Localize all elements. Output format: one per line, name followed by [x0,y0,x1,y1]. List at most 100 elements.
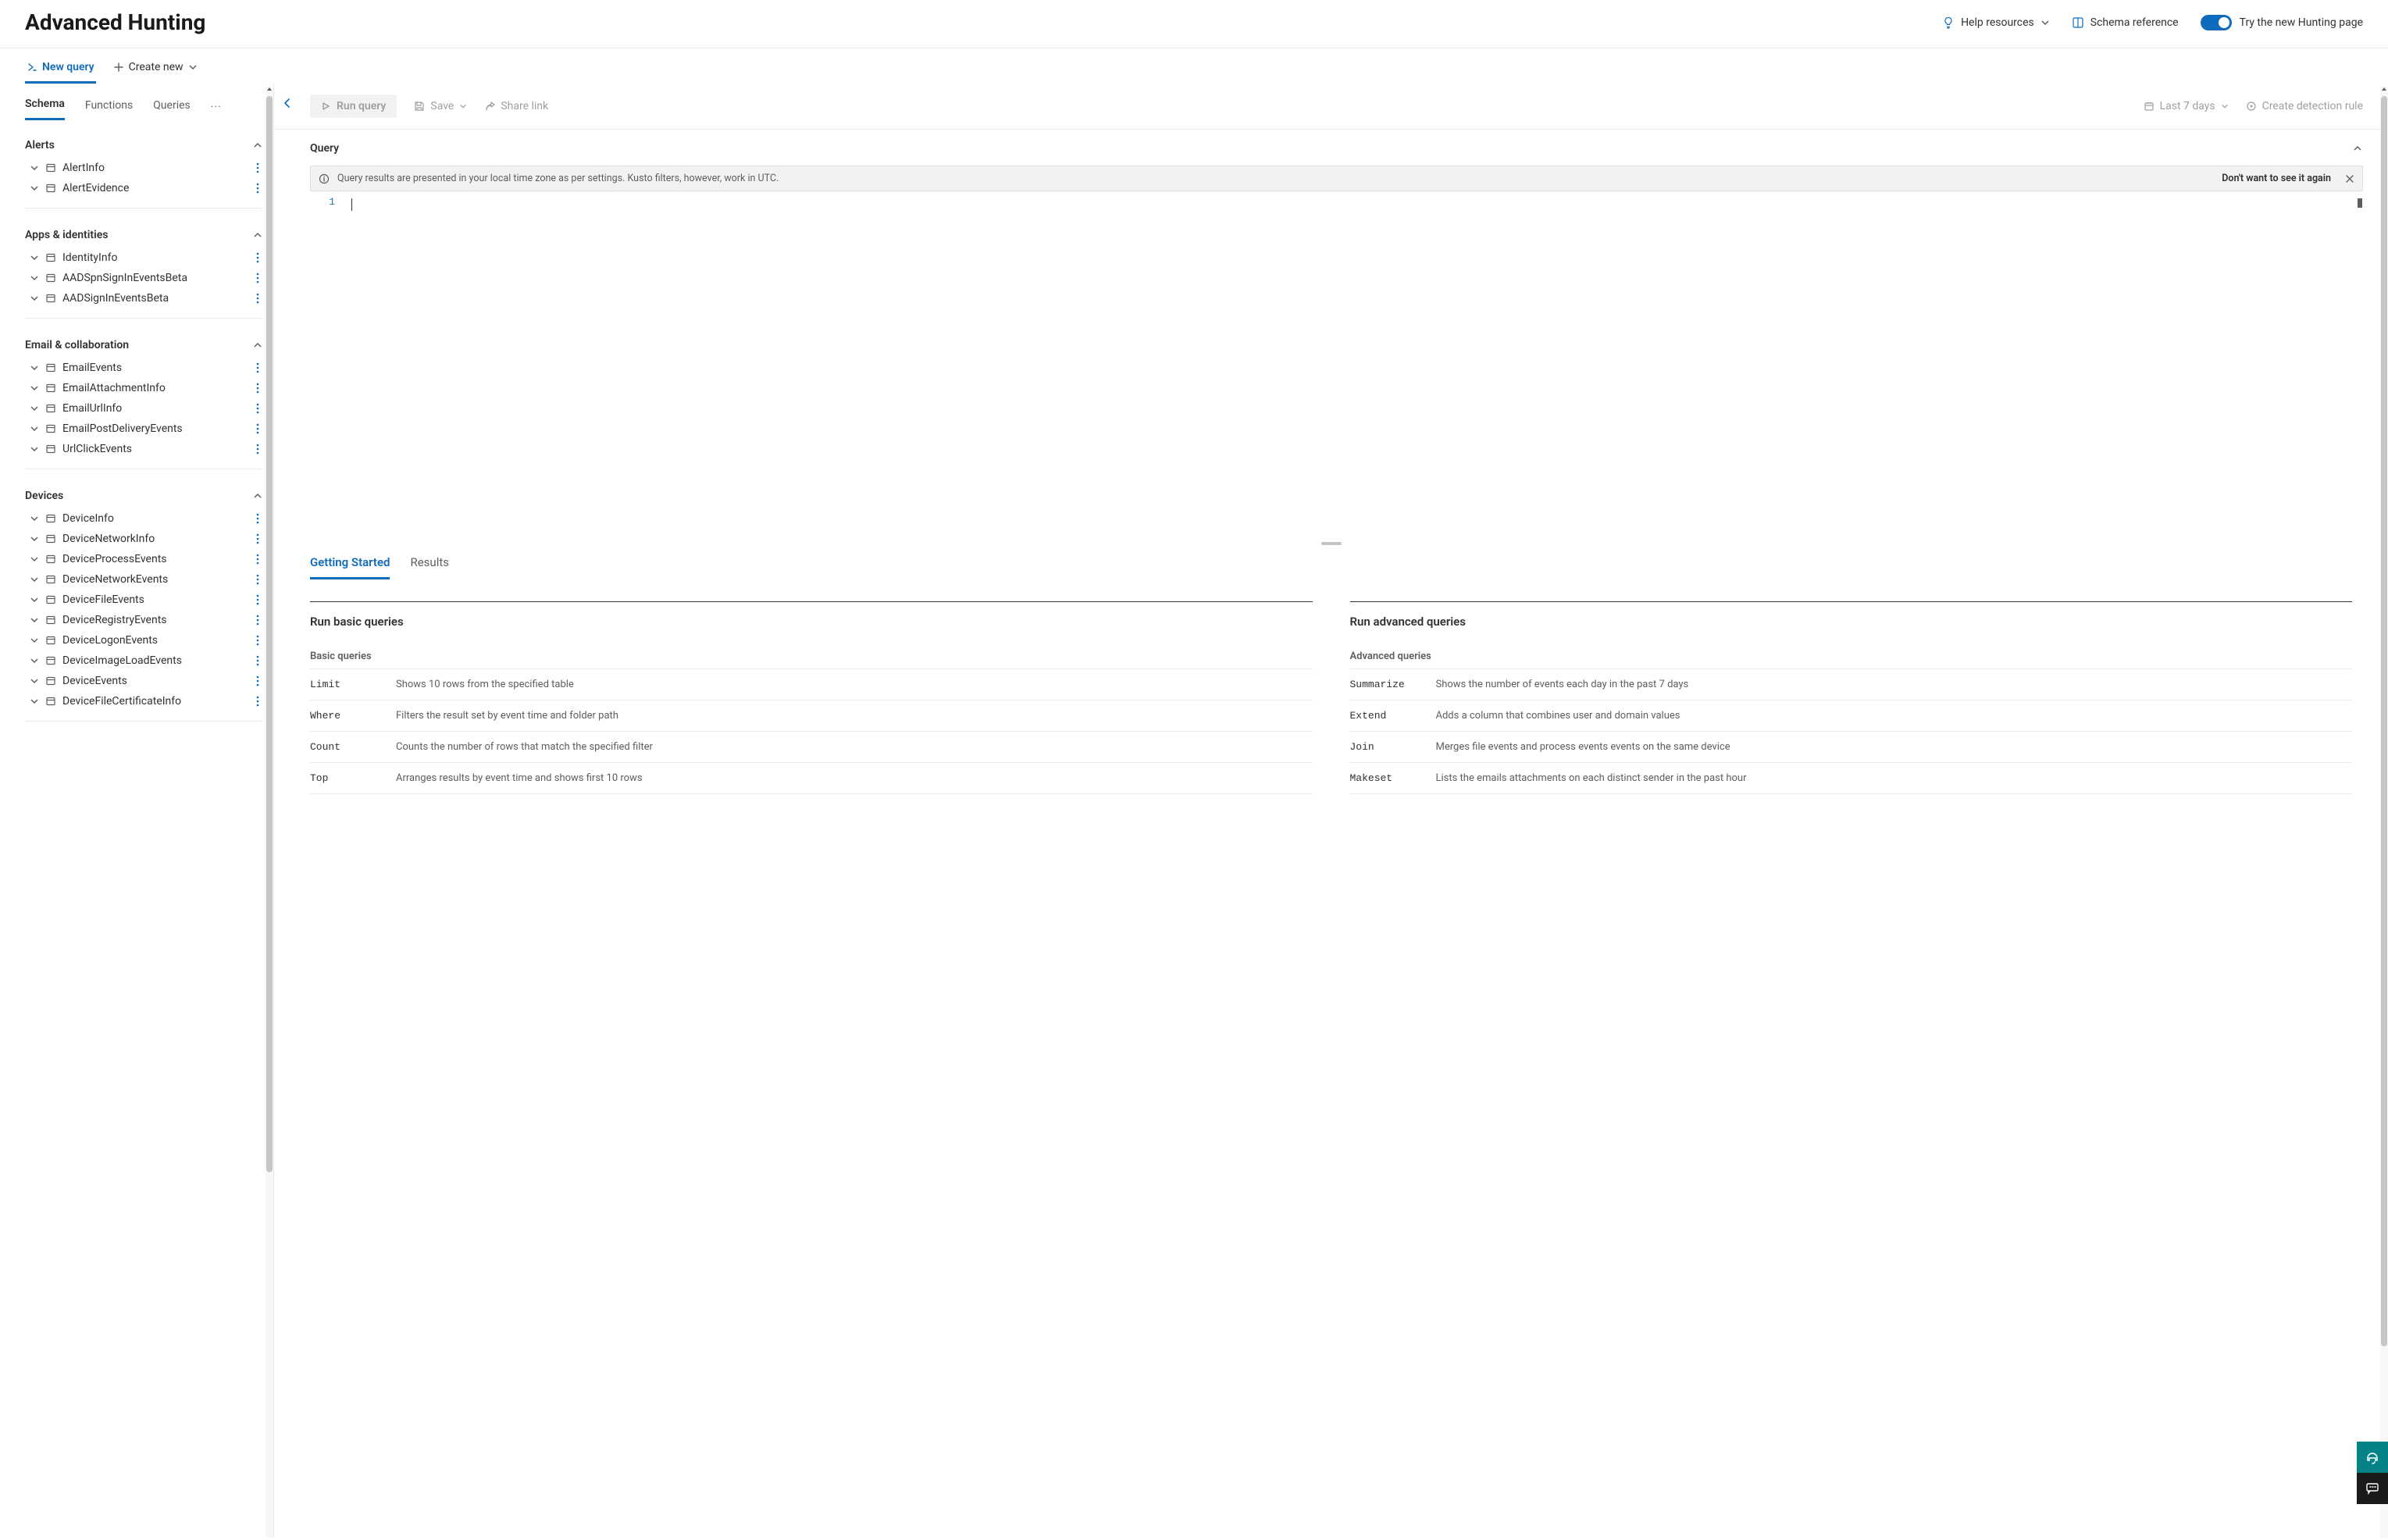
schema-item-more-button[interactable] [253,162,262,173]
schema-item-label: DeviceLogonEvents [62,634,158,647]
schema-item[interactable]: EmailAttachmentInfo [25,378,262,398]
query-example-row[interactable]: WhereFilters the result set by event tim… [310,700,1313,732]
schema-item-more-button[interactable] [253,554,262,565]
schema-item[interactable]: DeviceImageLoadEvents [25,651,262,671]
schema-item-more-button[interactable] [253,273,262,283]
schema-item-label: DeviceFileEvents [62,594,144,606]
scrollbar-up-icon[interactable] [2380,85,2388,93]
schema-item-more-button[interactable] [253,655,262,666]
run-query-button[interactable]: Run query [310,94,397,118]
table-icon [45,696,56,707]
table-icon [45,183,56,194]
schema-item-more-button[interactable] [253,635,262,646]
support-headset-button[interactable] [2357,1442,2388,1473]
schema-item-more-button[interactable] [253,183,262,194]
time-range-label: Last 7 days [2160,100,2215,112]
schema-item-more-button[interactable] [253,444,262,455]
schema-item[interactable]: DeviceRegistryEvents [25,610,262,630]
schema-group-title: Alerts [25,139,55,152]
schema-item[interactable]: DeviceInfo [25,508,262,529]
schema-item[interactable]: DeviceNetworkInfo [25,529,262,549]
schema-item[interactable]: AlertEvidence [25,178,262,198]
table-icon [45,293,56,304]
schema-item-more-button[interactable] [253,533,262,544]
query-example-row[interactable]: TopArranges results by event time and sh… [310,763,1313,794]
share-link-button[interactable]: Share link [484,100,548,112]
book-icon [2072,16,2084,29]
schema-tab-queries[interactable]: Queries [153,99,191,119]
query-example-row[interactable]: CountCounts the number of rows that matc… [310,732,1313,763]
schema-reference-button[interactable]: Schema reference [2072,16,2179,29]
scrollbar-up-icon[interactable] [266,85,273,93]
schema-tab-more[interactable]: ··· [211,101,222,118]
chevron-down-icon [30,444,39,454]
chevron-down-icon [30,534,39,544]
tab-results[interactable]: Results [410,555,449,579]
query-example-row[interactable]: JoinMerges file events and process event… [1350,732,2353,763]
chevron-up-icon [253,340,262,350]
schema-item-more-button[interactable] [253,423,262,434]
schema-item-label: DeviceNetworkEvents [62,573,168,586]
new-hunting-toggle[interactable] [2201,15,2232,30]
schema-item[interactable]: DeviceFileEvents [25,590,262,610]
chevron-down-icon [459,102,467,110]
schema-item[interactable]: EmailUrlInfo [25,398,262,419]
query-example-key: Limit [310,679,396,690]
query-example-row[interactable]: LimitShows 10 rows from the specified ta… [310,669,1313,700]
table-icon [45,273,56,283]
schema-tab-schema[interactable]: Schema [25,98,65,120]
save-button[interactable]: Save [414,100,467,112]
collapse-sidebar-button[interactable] [282,98,293,109]
schema-group-header[interactable]: Apps & identities [25,223,262,248]
create-detection-rule-button[interactable]: Create detection rule [2246,100,2363,112]
schema-item-label: DeviceImageLoadEvents [62,654,182,667]
schema-tab-functions[interactable]: Functions [85,99,133,119]
schema-item-more-button[interactable] [253,252,262,263]
time-range-button[interactable]: Last 7 days [2144,100,2229,112]
schema-item-more-button[interactable] [253,383,262,394]
tab-getting-started[interactable]: Getting Started [310,555,390,579]
schema-item[interactable]: DeviceNetworkEvents [25,569,262,590]
schema-item[interactable]: DeviceProcessEvents [25,549,262,569]
schema-item-more-button[interactable] [253,293,262,304]
schema-item[interactable]: AlertInfo [25,158,262,178]
query-example-row[interactable]: MakesetLists the emails attachments on e… [1350,763,2353,794]
results-splitter[interactable] [274,540,2388,547]
schema-item[interactable]: DeviceLogonEvents [25,630,262,651]
schema-item[interactable]: AADSpnSignInEventsBeta [25,268,262,288]
schema-group-header[interactable]: Devices [25,483,262,508]
schema-group-header[interactable]: Alerts [25,133,262,158]
query-example-row[interactable]: ExtendAdds a column that combines user a… [1350,700,2353,732]
chevron-down-icon [30,184,39,193]
schema-item[interactable]: DeviceEvents [25,671,262,691]
schema-item[interactable]: AADSignInEventsBeta [25,288,262,308]
play-icon [321,102,330,111]
chevron-down-icon [30,363,39,373]
tab-new-query[interactable]: New query [25,55,96,84]
left-scrollbar[interactable] [266,87,273,1538]
schema-item[interactable]: EmailEvents [25,358,262,378]
schema-item-more-button[interactable] [253,403,262,414]
schema-item-more-button[interactable] [253,696,262,707]
info-dismiss-button[interactable]: Don't want to see it again [2222,173,2331,184]
create-new-button[interactable]: Create new [112,55,199,84]
query-example-row[interactable]: SummarizeShows the number of events each… [1350,669,2353,700]
schema-item-more-button[interactable] [253,676,262,686]
schema-item-more-button[interactable] [253,615,262,626]
help-resources-button[interactable]: Help resources [1942,16,2050,29]
schema-item[interactable]: EmailPostDeliveryEvents [25,419,262,439]
schema-item-more-button[interactable] [253,594,262,605]
table-icon [45,162,56,173]
schema-item-more-button[interactable] [253,362,262,373]
schema-item-more-button[interactable] [253,574,262,585]
collapse-query-icon[interactable] [2352,143,2363,154]
info-close-button[interactable] [2345,174,2354,184]
feedback-button[interactable] [2357,1473,2388,1504]
schema-item[interactable]: DeviceFileCertificateInfo [25,691,262,711]
main-scrollbar[interactable] [2380,87,2388,1538]
schema-item[interactable]: IdentityInfo [25,248,262,268]
schema-item-more-button[interactable] [253,513,262,524]
query-editor[interactable]: 1 [310,196,2363,540]
schema-item[interactable]: UrlClickEvents [25,439,262,459]
schema-group-header[interactable]: Email & collaboration [25,333,262,358]
